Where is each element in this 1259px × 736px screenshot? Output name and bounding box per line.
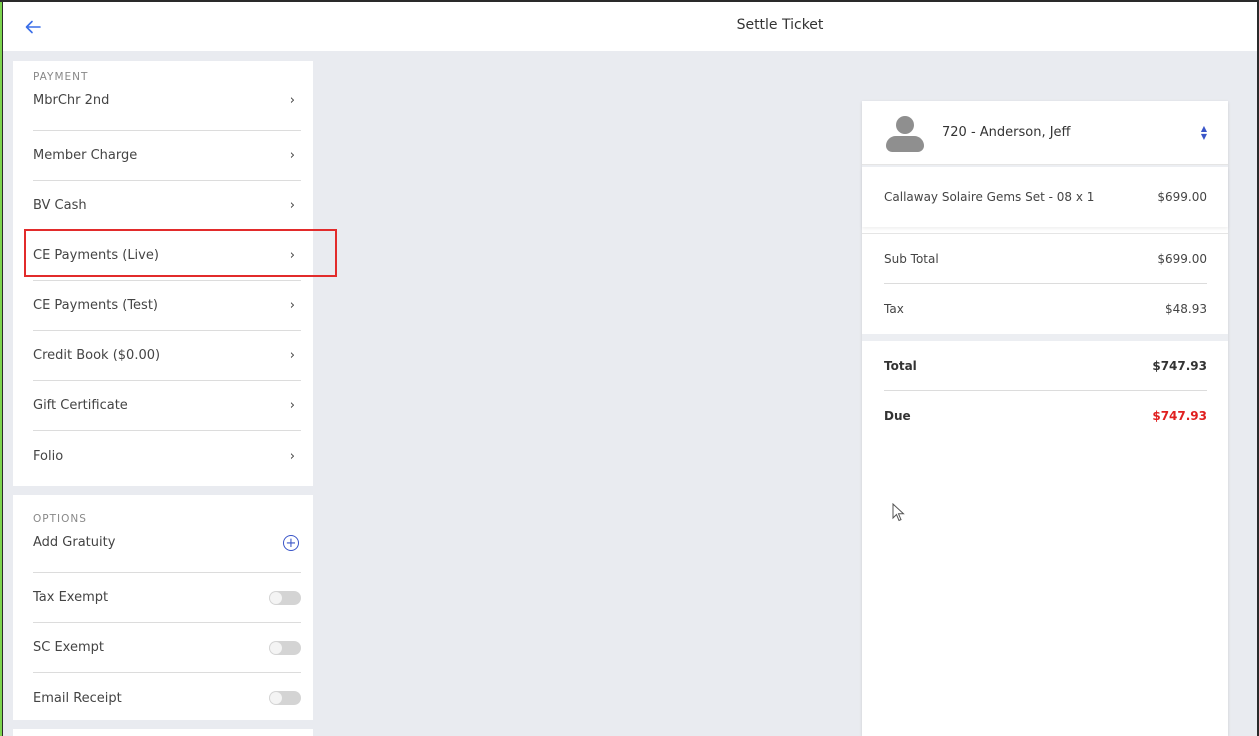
payment-item-bv-cash[interactable]: BV Cash ›	[33, 181, 301, 231]
ticket-panel: 720 - Anderson, Jeff ▲ ▼ Callaway Solaire…	[862, 101, 1228, 736]
payment-item-label: Member Charge	[33, 148, 138, 163]
payment-item-folio[interactable]: Folio ›	[33, 431, 301, 481]
subtotal-value: $699.00	[1157, 251, 1207, 266]
option-label: Tax Exempt	[33, 590, 109, 605]
due-label: Due	[884, 409, 911, 423]
subtotal-section: Sub Total $699.00 Tax $48.93	[862, 233, 1228, 334]
page-title: Settle Ticket	[736, 17, 824, 33]
payment-item-gift-certificate[interactable]: Gift Certificate ›	[33, 381, 301, 431]
subtotal-row: Sub Total $699.00	[884, 234, 1207, 284]
subtotal-label: Sub Total	[884, 251, 939, 266]
payment-item-label: Credit Book ($0.00)	[33, 348, 161, 363]
tax-value: $48.93	[1165, 302, 1207, 316]
chevron-right-icon: ›	[289, 148, 295, 163]
add-circle-icon[interactable]: +	[283, 535, 299, 551]
due-row: Due $747.93	[884, 391, 1207, 441]
chevron-right-icon: ›	[289, 198, 295, 213]
option-email-receipt: Email Receipt	[33, 673, 301, 723]
payment-panel: PAYMENT MbrChr 2nd › Member Charge › BV …	[13, 61, 337, 486]
chevron-right-icon: ›	[289, 298, 295, 313]
chevron-right-icon: ›	[289, 398, 295, 413]
chevron-right-icon: ›	[289, 448, 295, 464]
line-item-description: Callaway Solaire Gems Set - 08 x 1	[884, 190, 1095, 204]
top-bar: Settle Ticket	[3, 2, 1257, 51]
sidebar-bottom-panel	[13, 729, 313, 736]
option-label: Add Gratuity	[33, 535, 116, 550]
line-item-price: $699.00	[1157, 190, 1207, 204]
payment-item-label: Gift Certificate	[33, 398, 128, 413]
member-name: 720 - Anderson, Jeff	[942, 125, 1071, 140]
up-down-chevron-icon[interactable]: ▲ ▼	[1198, 123, 1210, 143]
avatar-icon	[884, 112, 926, 154]
options-panel: OPTIONS Add Gratuity + Tax Exempt SC Exe…	[13, 495, 313, 720]
payment-item-label: CE Payments (Test)	[33, 298, 158, 313]
member-selector[interactable]: 720 - Anderson, Jeff ▲ ▼	[862, 101, 1228, 165]
payment-item-credit-book[interactable]: Credit Book ($0.00) ›	[33, 331, 301, 381]
option-label: SC Exempt	[33, 640, 104, 655]
option-label: Email Receipt	[33, 690, 122, 706]
chevron-right-icon: ›	[289, 348, 295, 363]
payment-item-ce-payments-live[interactable]: CE Payments (Live) ›	[24, 229, 337, 281]
email-receipt-toggle[interactable]	[269, 691, 301, 705]
tax-row: Tax $48.93	[884, 284, 1207, 334]
chevron-right-icon: ›	[289, 93, 295, 108]
option-sc-exempt: SC Exempt	[33, 623, 301, 673]
mouse-cursor-icon	[892, 503, 905, 522]
tax-label: Tax	[884, 302, 904, 316]
payment-item-mbrchr-2nd[interactable]: MbrChr 2nd ›	[33, 91, 301, 131]
options-section-label: OPTIONS	[33, 513, 87, 525]
chevron-right-icon: ›	[289, 248, 295, 263]
total-row: Total $747.93	[884, 341, 1207, 391]
total-section: Total $747.93 Due $747.93	[862, 341, 1228, 441]
option-add-gratuity: Add Gratuity +	[33, 533, 301, 573]
sidebar: PAYMENT MbrChr 2nd › Member Charge › BV …	[13, 61, 337, 736]
payment-item-label: Folio	[33, 448, 64, 464]
window-accent-edge	[0, 2, 2, 736]
payment-item-label: BV Cash	[33, 198, 87, 213]
payment-item-member-charge[interactable]: Member Charge ›	[33, 131, 301, 181]
sc-exempt-toggle[interactable]	[269, 640, 301, 655]
total-label: Total	[884, 358, 917, 373]
payment-section-label: PAYMENT	[33, 71, 89, 83]
due-value: $747.93	[1152, 409, 1207, 423]
ticket-line-item[interactable]: Callaway Solaire Gems Set - 08 x 1 $699.…	[862, 167, 1228, 227]
total-value: $747.93	[1152, 358, 1207, 373]
tax-exempt-toggle[interactable]	[269, 590, 301, 605]
divider	[862, 334, 1228, 341]
payment-item-ce-payments-test[interactable]: CE Payments (Test) ›	[33, 281, 301, 331]
payment-item-label: CE Payments (Live)	[33, 248, 159, 263]
option-tax-exempt: Tax Exempt	[33, 573, 301, 623]
payment-item-label: MbrChr 2nd	[33, 93, 110, 108]
